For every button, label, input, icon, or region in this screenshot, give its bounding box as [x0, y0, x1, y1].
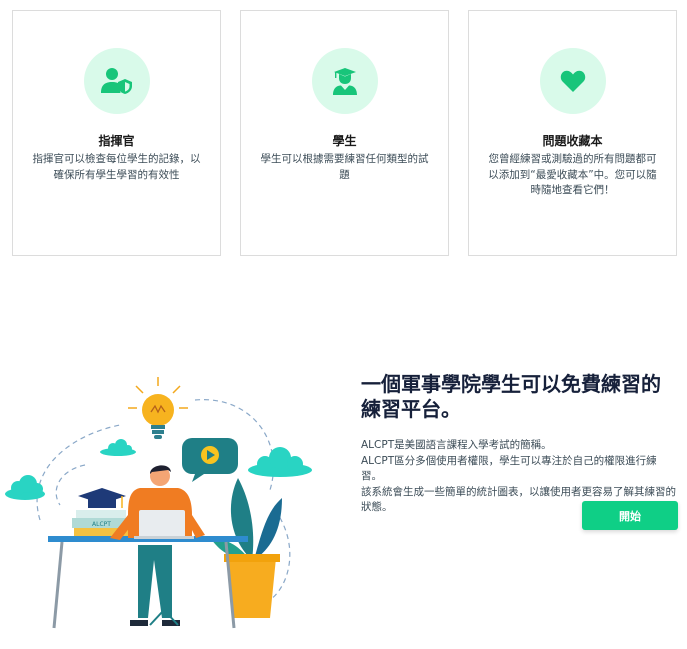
book-label: ALCPT	[92, 521, 111, 528]
video-play-icon	[182, 438, 238, 482]
hero-paragraph: ALCPT區分多個使用者權限，學生可以專注於自己的權限進行練習。	[361, 454, 657, 483]
card-icon-circle	[312, 48, 378, 114]
study-desk-illustration: ALCPT	[5, 377, 312, 629]
card-commander: 指揮官 指揮官可以檢查每位學生的記錄，以確保所有學生學習的有效性	[12, 10, 221, 256]
card-title: 問題收藏本	[542, 134, 603, 148]
card-title: 指揮官	[98, 134, 135, 148]
card-title: 學生	[332, 134, 357, 148]
card-description: 您曾經練習或測驗過的所有問題都可以添加到“最愛收藏本”中。您可以隨時隨地查看它們…	[488, 153, 657, 196]
lightbulb-icon	[128, 377, 188, 439]
start-button[interactable]: 開始	[582, 501, 678, 530]
user-shield-icon	[101, 68, 132, 94]
card-icon-circle	[540, 48, 606, 114]
card-favorites: 問題收藏本 您曾經練習或測驗過的所有問題都可以添加到“最愛收藏本”中。您可以隨時…	[468, 10, 677, 256]
card-icon-circle	[84, 48, 150, 114]
card-student: 學生 學生可以根據需要練習任何類型的試題	[240, 10, 449, 256]
card-description: 學生可以根據需要練習任何類型的試題	[260, 153, 429, 181]
graduate-icon	[333, 68, 357, 95]
cloud-icon	[5, 475, 45, 500]
person-illustration	[110, 465, 205, 626]
card-description: 指揮官可以檢查每位學生的記錄，以確保所有學生學習的有效性	[32, 153, 201, 181]
heart-icon	[560, 70, 586, 92]
plant-icon	[212, 478, 282, 618]
hero-paragraph: ALCPT是美國語言課程入學考試的簡稱。	[361, 439, 552, 451]
hero-title: 一個軍事學院學生可以免費練習的練習平台。	[361, 372, 661, 421]
